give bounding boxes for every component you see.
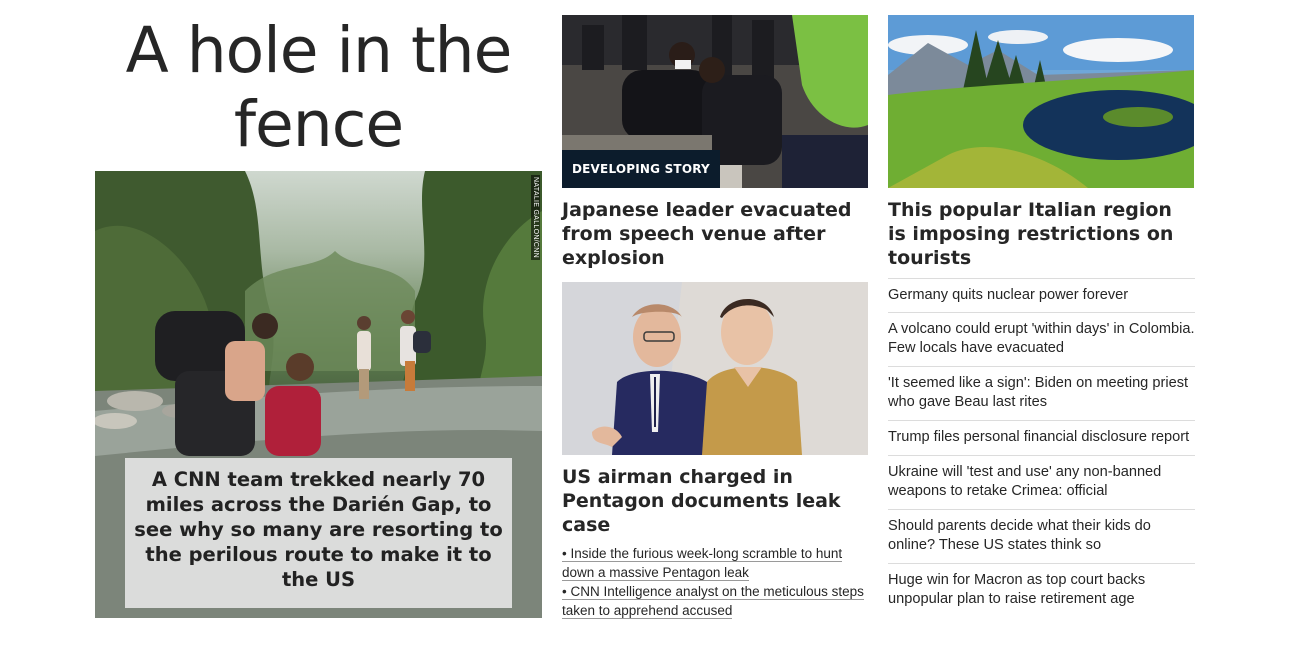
courtroom-sketch (562, 282, 868, 455)
hero-title[interactable]: A hole in the fence (95, 14, 542, 162)
developing-story-badge: DEVELOPING STORY (562, 150, 720, 188)
headline-list: Germany quits nuclear power forever A vo… (888, 278, 1195, 617)
middle-column: DEVELOPING STORY Japanese leader evacuat… (562, 15, 868, 619)
related-link-analyst-text: • CNN Intelligence analyst on the meticu… (562, 584, 864, 619)
italy-headline-link[interactable]: This popular Italian region is imposing … (888, 198, 1195, 270)
hero-section: A hole in the fence NATALIE GALLON/CNN A… (95, 14, 542, 618)
japan-headline-link[interactable]: Japanese leader evacuated from speech ve… (562, 198, 868, 270)
related-link-scramble[interactable]: • Inside the furious week-long scramble … (562, 544, 868, 582)
headline-list-item[interactable]: Huge win for Macron as top court backs u… (888, 563, 1195, 617)
pentagon-headline-link[interactable]: US airman charged in Pentagon documents … (562, 465, 868, 537)
headline-list-item[interactable]: Should parents decide what their kids do… (888, 509, 1195, 563)
headline-list-item[interactable]: Trump files personal financial disclosur… (888, 420, 1195, 455)
hero-caption[interactable]: A CNN team trekked nearly 70 miles acros… (125, 458, 512, 608)
headline-list-item[interactable]: Ukraine will 'test and use' any non-bann… (888, 455, 1195, 509)
hero-image-darien-gap[interactable]: NATALIE GALLON/CNN A CNN team trekked ne… (95, 171, 542, 618)
headline-list-item[interactable]: A volcano could erupt 'within days' in C… (888, 312, 1195, 366)
headline-list-item[interactable]: 'It seemed like a sign': Biden on meetin… (888, 366, 1195, 420)
related-links: • Inside the furious week-long scramble … (562, 544, 868, 620)
courtroom-sketch-image[interactable] (562, 282, 868, 455)
pentagon-story: US airman charged in Pentagon documents … (562, 282, 868, 620)
italy-landscape-image[interactable] (888, 15, 1194, 188)
japan-explosion-image[interactable]: DEVELOPING STORY (562, 15, 868, 188)
right-column: This popular Italian region is imposing … (888, 15, 1195, 617)
related-link-scramble-text: • Inside the furious week-long scramble … (562, 546, 843, 581)
photo-credit: NATALIE GALLON/CNN (531, 175, 540, 260)
italy-photo (888, 15, 1194, 188)
related-link-analyst[interactable]: • CNN Intelligence analyst on the meticu… (562, 582, 868, 620)
headline-list-item[interactable]: Germany quits nuclear power forever (888, 278, 1195, 312)
